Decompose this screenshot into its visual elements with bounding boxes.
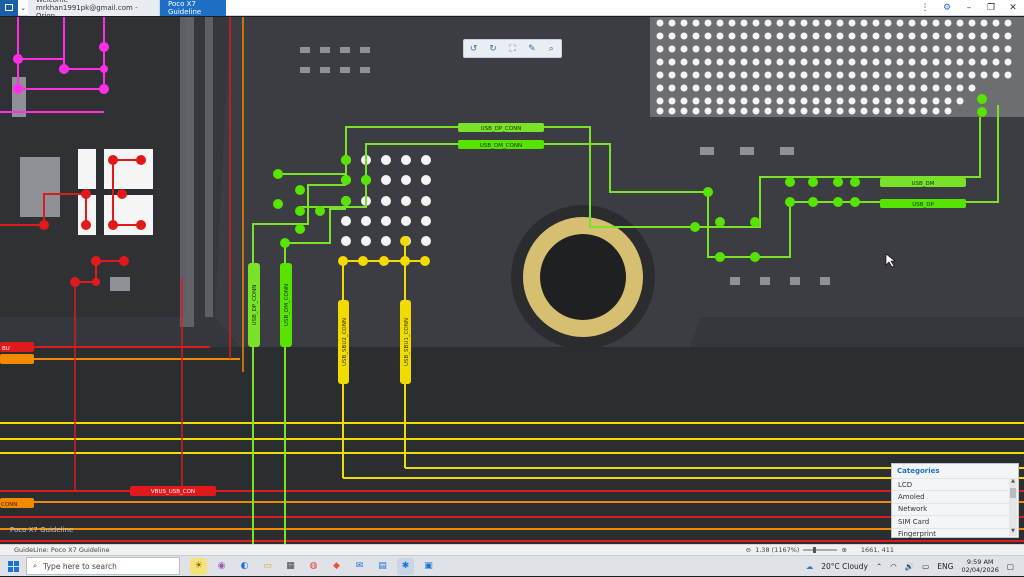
- notification-icon[interactable]: ▢: [1007, 562, 1014, 571]
- net-label-orange-left: CONN: [1, 502, 17, 508]
- chevron-down-icon[interactable]: ⌄: [18, 0, 28, 16]
- categories-scrollbar[interactable]: ▲ ▼: [1009, 478, 1017, 536]
- net-label-usb-dm-conn-vertical: USB_DM_CONN: [284, 284, 290, 326]
- pcb-board-image: USB_DP_CONN USB_DM_CONN USB_DM USB_DP VB…: [0, 17, 1024, 544]
- taskbar-search-placeholder: Type here to search: [43, 561, 117, 571]
- categories-panel: Categories LCD Amoled Network SIM Card F…: [891, 463, 1019, 538]
- taskbar-search-box[interactable]: ⌕ Type here to search: [26, 557, 180, 575]
- status-bar: GuideLine: Poco X7 Guideline ⊖ 1.38 (116…: [0, 544, 1024, 555]
- cursor-coordinates: 1661, 411: [860, 546, 894, 554]
- net-label-red-left: BU: [2, 346, 10, 352]
- net-label-usb-dm-conn-top: USB_DM_CONN: [480, 143, 522, 149]
- rotate-right-icon[interactable]: ↻: [485, 44, 501, 54]
- clock-date: 02/04/2026: [961, 566, 999, 574]
- zoom-slider[interactable]: [803, 547, 838, 553]
- guideline-watermark: Poco X7 Guideline: [10, 526, 74, 534]
- windows-logo-icon: [7, 560, 19, 572]
- scroll-down-icon[interactable]: ▼: [1009, 528, 1017, 536]
- restore-button[interactable]: ❐: [980, 0, 1002, 16]
- title-bar: ⌄ Welcome mrkhan1991pk@gmail.com - Orion…: [0, 0, 1024, 20]
- edge-browser-icon[interactable]: ◐: [236, 558, 253, 575]
- gear-icon[interactable]: ⚙: [936, 0, 958, 16]
- chrome-icon[interactable]: ◍: [305, 558, 322, 575]
- zoom-in-icon[interactable]: ⊕: [841, 546, 846, 554]
- net-label-vbus-usb-con: VBUS_USB_CON: [151, 489, 195, 495]
- pen-tool-icon[interactable]: ✎: [524, 44, 540, 54]
- category-item-sim-card[interactable]: SIM Card: [892, 515, 1018, 527]
- scroll-up-icon[interactable]: ▲: [1009, 478, 1017, 486]
- net-label-usb-dp-conn-vertical: USB_DP_CONN: [252, 285, 258, 326]
- clock-time: 9:59 AM: [966, 558, 994, 566]
- zoom-control[interactable]: ⊖ 1.38 (1167%) ⊕: [746, 546, 847, 554]
- weather-icon[interactable]: ☁: [806, 562, 814, 571]
- category-item-amoled[interactable]: Amoled: [892, 490, 1018, 502]
- view-toolbar: ↺ ↻ ⛶ ✎ ⌕: [463, 39, 562, 58]
- net-label-usb-sbu1-conn: USB_SBU1_CONN: [404, 318, 410, 366]
- net-label-usb-dm: USB_DM: [911, 181, 934, 187]
- category-item-fingerprint[interactable]: Fingerprint: [892, 527, 1018, 540]
- copilot-icon[interactable]: ◉: [213, 558, 230, 575]
- category-item-network[interactable]: Network: [892, 502, 1018, 515]
- net-label-usb-sbu2-conn: USB_SBU2_CONN: [342, 318, 348, 366]
- category-item-lcd[interactable]: LCD: [892, 478, 1018, 490]
- more-options-icon[interactable]: ⋮: [914, 0, 936, 16]
- active-app-icon[interactable]: ✱: [397, 557, 414, 575]
- windows-taskbar: ⌕ Type here to search ☀ ◉ ◐ ▭ ▦ ◍ ◆ ✉ ▤ …: [0, 555, 1024, 576]
- zoom-value: 1.38 (1167%): [755, 546, 800, 554]
- zoom-out-icon[interactable]: ⊖: [746, 546, 751, 554]
- rotate-left-icon[interactable]: ↺: [466, 44, 482, 54]
- search-icon[interactable]: ⌕: [543, 44, 559, 54]
- net-label-usb-dp-conn-top: USB_DP_CONN: [481, 126, 522, 132]
- start-button[interactable]: [0, 556, 26, 577]
- categories-header: Categories: [897, 467, 940, 475]
- store-icon[interactable]: ▦: [282, 558, 299, 575]
- close-button[interactable]: ✕: [1002, 0, 1024, 16]
- mail-icon[interactable]: ✉: [351, 558, 368, 575]
- file-explorer-icon[interactable]: ▭: [259, 558, 276, 575]
- search-icon: ⌕: [33, 561, 38, 570]
- tab-guideline-label: Poco X7 Guideline: [168, 0, 202, 16]
- tray-chevron-icon[interactable]: ⌃: [876, 562, 882, 571]
- weather-text[interactable]: 20°C Cloudy: [821, 562, 868, 571]
- taskbar-clock[interactable]: 9:59 AM 02/04/2026: [961, 558, 998, 574]
- minimize-button[interactable]: –: [958, 0, 980, 16]
- widgets-icon[interactable]: ☀: [190, 557, 207, 575]
- guideline-status: GuideLine: Poco X7 Guideline: [14, 546, 110, 554]
- net-label-usb-dp: USB_DP: [912, 202, 934, 208]
- battery-icon[interactable]: ▭: [922, 562, 929, 571]
- wifi-icon[interactable]: ◠: [890, 562, 897, 571]
- app-icon-orange[interactable]: ◆: [328, 558, 345, 575]
- volume-icon[interactable]: 🔊: [905, 562, 914, 571]
- language-indicator[interactable]: ENG: [937, 562, 953, 571]
- scroll-thumb[interactable]: [1010, 488, 1016, 498]
- calendar-icon[interactable]: ▤: [374, 558, 391, 575]
- fit-screen-icon[interactable]: ⛶: [504, 44, 520, 54]
- tab-welcome[interactable]: Welcome mrkhan1991pk@gmail.com - Orion: [28, 0, 160, 20]
- board-viewer-canvas[interactable]: USB_DP_CONN USB_DM_CONN USB_DM USB_DP VB…: [0, 17, 1024, 544]
- app-icon[interactable]: [0, 0, 18, 16]
- app-icon-blue[interactable]: ▣: [420, 558, 437, 575]
- tab-poco-x7-guideline[interactable]: Poco X7 Guideline: [160, 0, 226, 16]
